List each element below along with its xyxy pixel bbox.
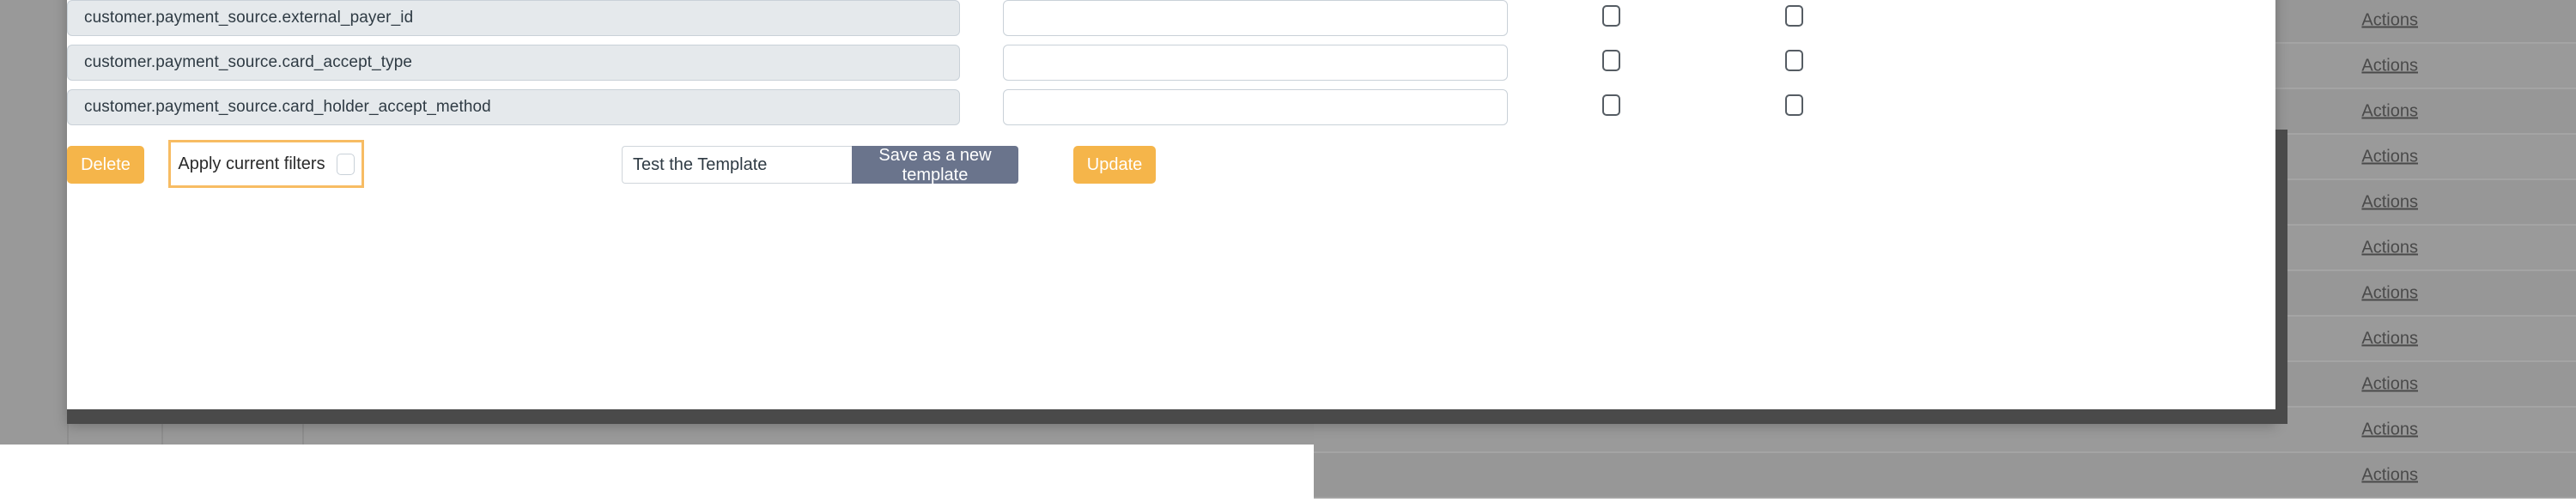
field-key-label: customer.payment_source.card_holder_acce… [67,89,960,125]
row-actions-link[interactable]: Actions [2361,465,2418,485]
field-row: customer.payment_source.card_accept_type [67,45,2275,89]
row-actions-link[interactable]: Actions [2361,374,2418,394]
row-actions-link[interactable]: Actions [2361,101,2418,121]
row-actions-link[interactable]: Actions [2361,238,2418,257]
field-flag-b-checkbox[interactable] [1785,5,1803,27]
field-value-input[interactable] [1003,45,1508,81]
field-flag-a-checkbox[interactable] [1602,50,1620,71]
field-key-label: customer.payment_source.card_accept_type [67,45,960,81]
field-flag-a-checkbox[interactable] [1602,94,1620,116]
row-actions-link[interactable]: Actions [2361,283,2418,303]
row-actions-link[interactable]: Actions [2361,192,2418,212]
row-actions-link[interactable]: Actions [2361,329,2418,348]
field-row: customer.payment_source.external_payer_i… [67,0,2275,45]
field-key-label: customer.payment_source.external_payer_i… [67,0,960,36]
row-actions-link[interactable]: Actions [2361,420,2418,439]
modal-horizontal-scrollbar[interactable] [67,409,2275,424]
modal-body: customer.payment_source.external_payer_i… [67,0,2275,424]
field-flag-a-checkbox[interactable] [1602,5,1620,27]
row-actions-link[interactable]: Actions [2361,10,2418,30]
row-actions-link[interactable]: Actions [2361,147,2418,166]
field-value-input[interactable] [1003,0,1508,36]
apply-current-filters-checkbox[interactable] [337,154,355,175]
field-row: customer.payment_source.card_holder_acce… [67,89,2275,134]
field-flag-b-checkbox[interactable] [1785,50,1803,71]
delete-button[interactable]: Delete [67,146,144,184]
page-vertical-scrollbar[interactable] [2275,130,2287,424]
row-actions-link[interactable]: Actions [2361,56,2418,76]
save-as-new-template-button[interactable]: Save as a new template [852,146,1018,184]
field-flag-b-checkbox[interactable] [1785,94,1803,116]
table-row[interactable]: Actions [1314,453,2576,499]
modal-action-bar: Delete Apply current filters Save as a n… [67,139,2275,199]
template-name-input[interactable] [622,146,852,184]
template-editor-modal: customer.payment_source.external_payer_i… [67,0,2275,424]
update-button[interactable]: Update [1073,146,1156,184]
apply-current-filters-label: Apply current filters [178,154,325,174]
save-template-group: Save as a new template [622,146,1018,184]
apply-current-filters-control[interactable]: Apply current filters [168,140,364,188]
field-value-input[interactable] [1003,89,1508,125]
